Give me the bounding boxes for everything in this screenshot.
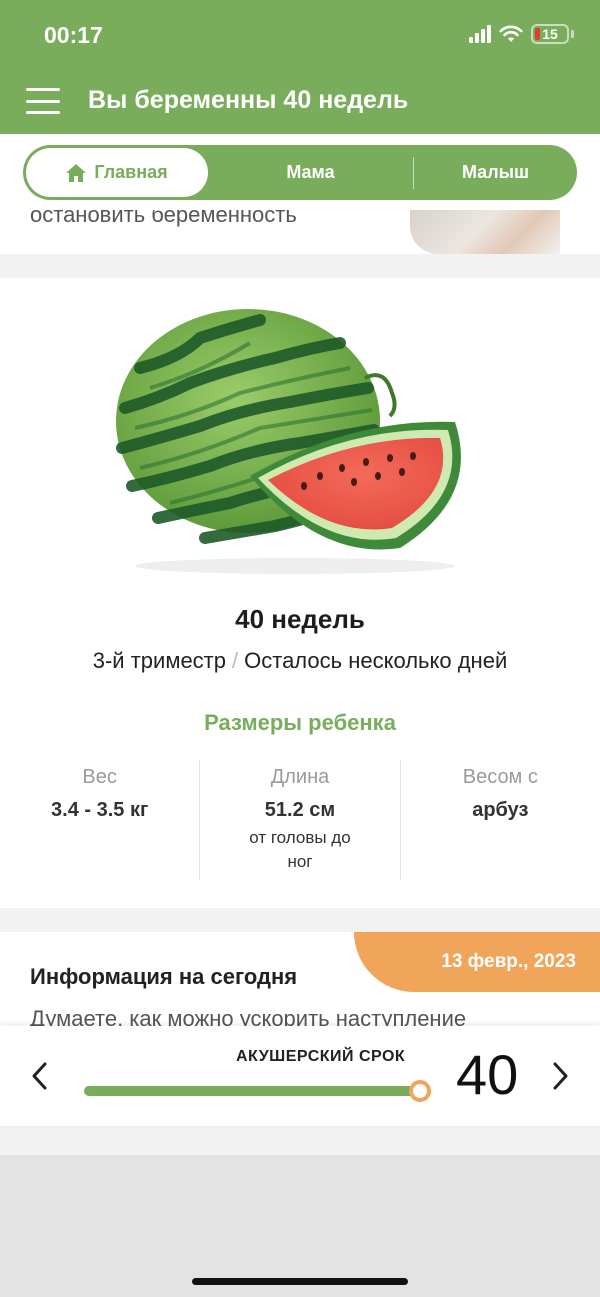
tab-mama-label: Мама	[286, 162, 335, 182]
separator: /	[232, 648, 239, 673]
trimester-text: 3-й триместр	[92, 648, 226, 673]
term-slider[interactable]	[84, 1080, 431, 1102]
page-title: Вы беременны 40 недель	[88, 86, 409, 114]
wifi-icon	[499, 25, 523, 42]
term-progress-fill	[84, 1086, 420, 1096]
battery-level: 15	[542, 26, 558, 42]
tab-mama[interactable]: Мама	[208, 145, 413, 200]
tab-baby[interactable]: Малыш	[414, 145, 577, 200]
sizes-title: Размеры ребенка	[204, 710, 396, 735]
status-time: 00:17	[44, 22, 103, 48]
prev-week-button[interactable]	[24, 1056, 54, 1096]
weeks-heading: 40 недель	[235, 604, 365, 634]
days-left-text: Осталось несколько дней	[244, 648, 508, 673]
week-card: 40 недель 3-й триместр / Осталось нескольк…	[0, 278, 600, 908]
stat-value: 51.2 см	[264, 799, 336, 821]
stat-label: Вес	[82, 766, 117, 788]
daily-info-card[interactable]: 13 февр., 2023 Информация на сегодня Дум…	[0, 932, 600, 1026]
stat-weight: Вес 3.4 - 3.5 кг	[0, 760, 199, 880]
article-photo	[410, 210, 560, 254]
stat-label: Длина	[270, 766, 330, 788]
term-bar: АКУШЕРСКИЙ СРОК 40	[0, 1026, 600, 1126]
tab-bar: Главная Мама Малыш	[23, 145, 577, 200]
stat-length: Длина 51.2 см от головы до ног	[199, 760, 399, 880]
home-icon	[66, 163, 87, 182]
info-title: Информация на сегодня	[30, 964, 298, 989]
battery-icon: 15	[531, 24, 569, 44]
size-stats: Вес 3.4 - 3.5 кг Длина 51.2 см от головы…	[0, 760, 600, 880]
tab-bar-container: Главная Мама Малыш	[0, 134, 600, 210]
tab-baby-label: Малыш	[461, 162, 530, 182]
next-week-button[interactable]	[546, 1056, 576, 1096]
bottom-area	[0, 1155, 600, 1297]
term-label: АКУШЕРСКИЙ СРОК	[236, 1048, 406, 1065]
chevron-left-icon	[32, 1062, 47, 1090]
stat-value: 3.4 - 3.5 кг	[51, 799, 149, 821]
stat-value: арбуз	[472, 799, 529, 821]
home-indicator[interactable]	[192, 1278, 408, 1285]
stat-compare: Весом с арбуз	[399, 760, 600, 880]
watermelon-image	[116, 309, 461, 574]
term-slider-handle[interactable]	[408, 1080, 431, 1102]
signal-icon	[469, 25, 491, 43]
tab-home-label: Главная	[94, 162, 168, 182]
chevron-right-icon	[553, 1062, 568, 1090]
date-badge: 13 февр., 2023	[354, 932, 600, 992]
info-text: Думаете, как можно ускорить наступление	[30, 1006, 467, 1026]
tab-home[interactable]: Главная	[26, 148, 208, 197]
term-value: 40	[456, 1043, 519, 1106]
trimester-line: 3-й триместр / Осталось несколько дней	[0, 648, 600, 674]
status-icons: 15	[469, 24, 574, 44]
menu-icon[interactable]	[26, 88, 60, 114]
app-header: 00:17 15 Вы беременны 40 недель	[0, 0, 600, 134]
article-card[interactable]: остановить беременность	[0, 210, 600, 254]
stat-label: Весом с	[462, 766, 538, 788]
article-text: остановить беременность	[30, 210, 297, 227]
stat-note: от головы до ног	[249, 828, 351, 871]
